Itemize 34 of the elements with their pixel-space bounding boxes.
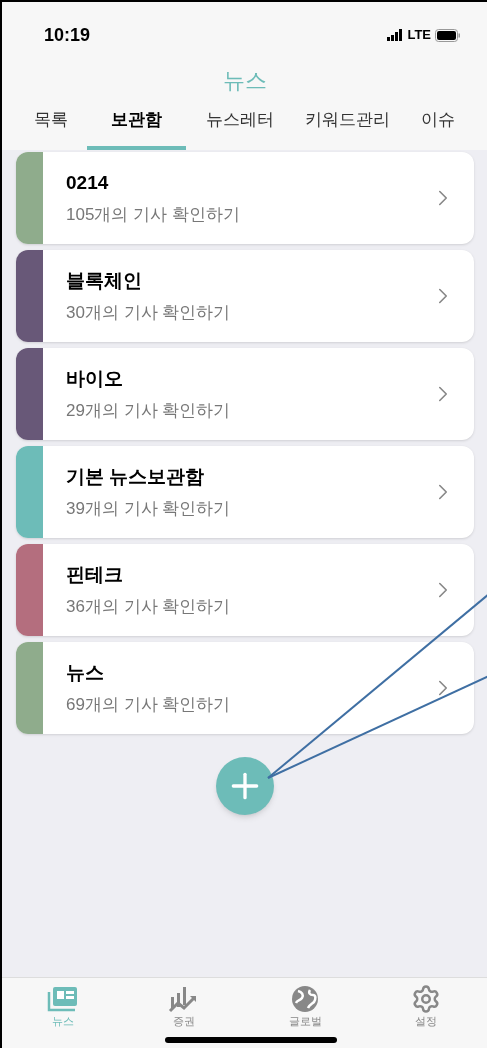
article-count: 29개의 기사 확인하기 (66, 399, 232, 422)
article-count: 39개의 기사 확인하기 (66, 497, 232, 520)
battery-icon (435, 28, 461, 42)
network-label: LTE (407, 26, 431, 45)
folder-card[interactable]: 바이오 29개의 기사 확인하기 (16, 348, 474, 440)
article-count: 36개의 기사 확인하기 (66, 595, 232, 618)
folder-card[interactable]: 0214 105개의 기사 확인하기 (16, 152, 474, 244)
folder-card[interactable]: 기본 뉴스보관함 39개의 기사 확인하기 (16, 446, 474, 538)
folder-card[interactable]: 블록체인 30개의 기사 확인하기 (16, 250, 474, 342)
bottom-nav-item[interactable]: 증권 (148, 984, 219, 1028)
article-count: 69개의 기사 확인하기 (66, 693, 232, 716)
tab[interactable]: 키워드관리 (292, 94, 402, 150)
status-time: 10:19 (44, 23, 91, 47)
tab[interactable]: 뉴스레터 (193, 94, 286, 150)
folder-title: 핀테크 (66, 563, 124, 587)
article-count: 105개의 기사 확인하기 (66, 203, 241, 226)
signal-icon (387, 29, 404, 41)
folder-title: 뉴스 (66, 661, 105, 685)
folder-card[interactable]: 뉴스 69개의 기사 확인하기 (16, 642, 474, 734)
folder-title: 0214 (66, 171, 110, 195)
bottom-nav-item[interactable]: 설정 (391, 984, 462, 1028)
bottom-nav-item[interactable]: 글로벌 (270, 984, 341, 1028)
globe-icon (290, 984, 321, 1014)
settings-icon (411, 984, 442, 1014)
folder-title: 블록체인 (66, 269, 143, 293)
add-button[interactable] (215, 757, 274, 815)
newspaper-icon (46, 986, 79, 1012)
folder-title: 바이오 (66, 367, 124, 391)
article-count: 30개의 기사 확인하기 (66, 301, 232, 324)
folder-title: 기본 뉴스보관함 (66, 465, 206, 489)
folder-card[interactable]: 핀테크 36개의 기사 확인하기 (16, 544, 474, 636)
tab[interactable]: 목록 (22, 94, 80, 150)
screen-title: 뉴스 (222, 67, 267, 94)
tab[interactable]: 이슈 (409, 94, 467, 150)
